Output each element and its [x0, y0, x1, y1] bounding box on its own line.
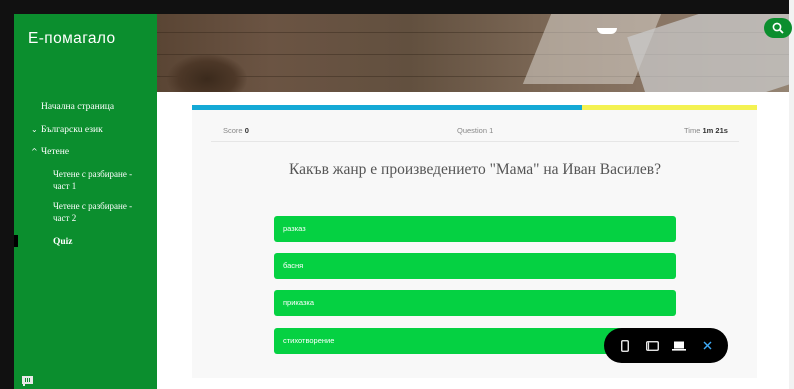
mobile-view-icon[interactable]: [618, 328, 632, 363]
site-title[interactable]: Е-помагало: [28, 30, 116, 48]
sidebar-item-label: Българскu език: [41, 125, 103, 135]
header-circle: [597, 28, 617, 34]
tablet-view-icon[interactable]: [644, 328, 660, 363]
divider: [211, 141, 739, 142]
chevron-down-icon: ⌄: [31, 125, 38, 134]
sidebar-item-label: Quiz: [53, 237, 73, 247]
close-icon[interactable]: [699, 328, 715, 363]
sidebar-item-label: Четене с разбиране - част 1: [53, 169, 133, 191]
score-value: 0: [244, 126, 249, 135]
sidebar-item-reading[interactable]: ^ Четене: [31, 146, 69, 158]
search-icon: [772, 22, 784, 34]
device-preview-toolbar: [604, 328, 728, 363]
sidebar-item-label: Четене: [41, 147, 70, 157]
sidebar-item-bulgarian[interactable]: ⌄ Българскu език: [31, 124, 103, 136]
question-counter: Question 1: [457, 126, 494, 135]
search-button[interactable]: [764, 18, 792, 38]
flag-icon[interactable]: [22, 373, 33, 386]
sidebar-item-home[interactable]: Начална страница: [41, 101, 114, 113]
sidebar-item-quiz[interactable]: Quiz: [53, 236, 73, 248]
chevron-up-icon: ^: [31, 147, 38, 156]
sidebar-item-reading-part-1[interactable]: Четене с разбиране - част 1: [53, 168, 148, 192]
score-label: Score: [223, 126, 243, 135]
active-item-marker: [14, 235, 18, 247]
window-frame-left: [0, 0, 14, 389]
pinecone-decoration: [167, 54, 247, 92]
sidebar-item-reading-part-2[interactable]: Четене с разбиране - част 2: [53, 200, 148, 224]
window-frame-top: [0, 0, 794, 14]
question-text: Какъв жанр е произведението "Мама" на Ив…: [289, 161, 661, 178]
answer-option[interactable]: разказ: [274, 216, 676, 242]
quiz-score: Score 0: [223, 126, 249, 135]
answer-option[interactable]: басня: [274, 253, 676, 279]
window-frame-right: [789, 0, 794, 389]
time-value: 1m 21s: [702, 126, 728, 135]
sidebar-item-label: Четене с разбиране - част 2: [53, 201, 133, 223]
time-label: Time: [684, 126, 701, 135]
header-banner-image: [157, 14, 789, 92]
answer-option[interactable]: приказка: [274, 290, 676, 316]
desktop-view-icon[interactable]: [671, 328, 687, 363]
sidebar-item-label: Начална страница: [41, 102, 115, 112]
quiz-timer: Time 1m 21s: [684, 126, 728, 135]
